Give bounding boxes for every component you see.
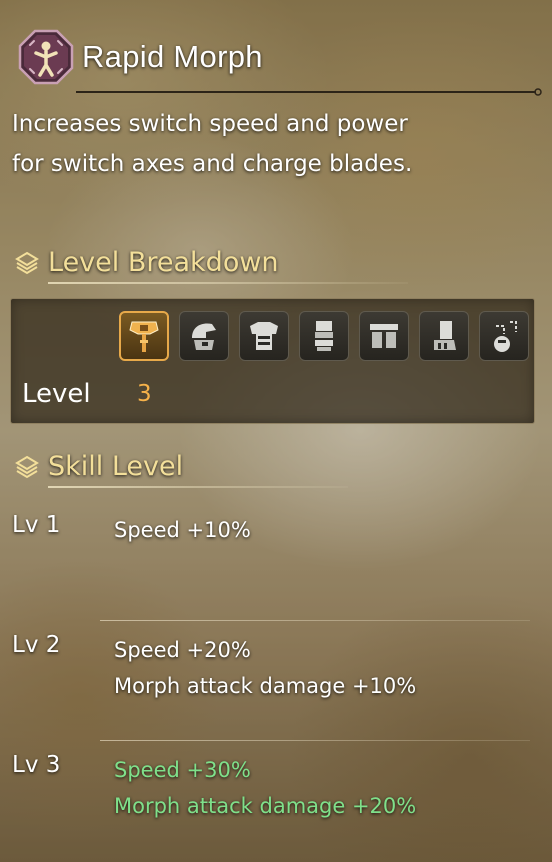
- talisman-icon: [494, 321, 517, 352]
- level-breakdown-heading: Level Breakdown: [14, 247, 279, 278]
- rapid-morph-skill-icon: [18, 29, 74, 85]
- level-effect: Speed +10%: [114, 518, 251, 542]
- level-name: Lv 2: [12, 632, 61, 658]
- level-divider: [100, 740, 530, 741]
- chest-armor-icon: [250, 322, 278, 350]
- skill-description: Increases switch speed and power for swi…: [12, 104, 532, 184]
- description-line: Increases switch speed and power: [12, 111, 408, 137]
- section-underline: [48, 282, 408, 284]
- level-effects: Speed +20% Morph attack damage +10%: [114, 632, 416, 704]
- section-underline: [48, 486, 348, 488]
- leg-armor-icon: [434, 321, 456, 350]
- skill-level-heading: Skill Level: [14, 451, 183, 482]
- level-effect: Speed +20%: [114, 638, 251, 662]
- level-breakdown-label: Level Breakdown: [48, 247, 279, 278]
- skill-header: Rapid Morph: [18, 28, 263, 86]
- level-label: Level: [22, 379, 91, 409]
- skill-level-label: Skill Level: [48, 451, 184, 482]
- skill-title: Rapid Morph: [82, 39, 263, 74]
- switch-axe-weapon-icon: [129, 321, 159, 352]
- equipment-slot-waist[interactable]: [359, 311, 409, 361]
- equipment-slots: [119, 311, 529, 361]
- level-effect: Morph attack damage +20%: [114, 794, 417, 818]
- equipment-slot-weapon[interactable]: [119, 311, 169, 361]
- level-divider: [100, 620, 530, 621]
- level-effect: Speed +30%: [114, 758, 251, 782]
- section-layers-icon: [15, 251, 39, 274]
- equipment-slot-head[interactable]: [179, 311, 229, 361]
- title-divider: [76, 88, 542, 96]
- level-effects-current: Speed +30% Morph attack damage +20%: [114, 752, 416, 824]
- equipment-slot-chest[interactable]: [239, 311, 289, 361]
- waist-armor-icon: [370, 324, 398, 348]
- description-line: for switch axes and charge blades.: [12, 151, 413, 177]
- level-effects: Speed +10%: [114, 512, 251, 548]
- equipment-slot-legs[interactable]: [419, 311, 469, 361]
- level-breakdown-panel: Level 3: [10, 298, 535, 424]
- equipment-slot-arms[interactable]: [299, 311, 349, 361]
- helmet-icon: [192, 323, 216, 350]
- gauntlet-icon: [315, 321, 333, 351]
- equipment-slot-talisman[interactable]: [479, 311, 529, 361]
- level-value: 3: [137, 381, 152, 407]
- level-effect: Morph attack damage +10%: [114, 674, 417, 698]
- section-layers-icon: [15, 455, 39, 478]
- level-name: Lv 3: [12, 752, 61, 778]
- level-name: Lv 1: [12, 512, 61, 538]
